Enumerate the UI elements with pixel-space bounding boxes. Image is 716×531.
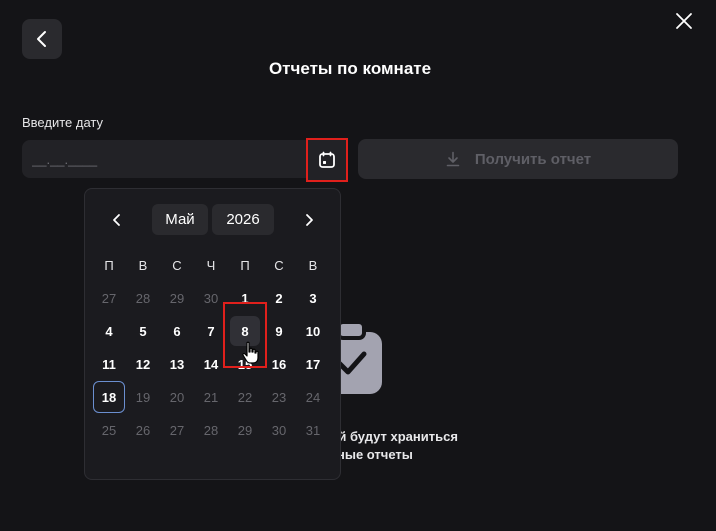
calendar-day[interactable]: 11 <box>94 349 124 379</box>
calendar-day[interactable]: 30 <box>196 283 226 313</box>
calendar-day[interactable]: 12 <box>128 349 158 379</box>
date-input[interactable] <box>32 140 302 178</box>
calendar-day[interactable]: 24 <box>298 382 328 412</box>
calendar-day[interactable]: 17 <box>298 349 328 379</box>
calendar-icon <box>319 151 335 168</box>
calendar-day[interactable]: 31 <box>298 415 328 445</box>
chevron-left-icon <box>113 214 120 226</box>
calendar-day[interactable]: 15 <box>230 349 260 379</box>
back-button[interactable] <box>22 19 62 59</box>
calendar-day[interactable]: 28 <box>196 415 226 445</box>
year-select[interactable]: 2026 <box>212 204 274 235</box>
calendar-day[interactable]: 7 <box>196 316 226 346</box>
weekday-label: П <box>104 257 114 273</box>
calendar-button[interactable] <box>306 138 348 182</box>
calendar-day[interactable]: 6 <box>162 316 192 346</box>
get-report-button[interactable]: Получить отчет <box>358 139 678 179</box>
weekday-label: В <box>138 257 148 273</box>
close-button[interactable] <box>672 9 696 33</box>
download-icon <box>446 151 460 167</box>
chevron-right-icon <box>306 214 313 226</box>
calendar-day[interactable]: 27 <box>94 283 124 313</box>
calendar-day[interactable]: 27 <box>162 415 192 445</box>
calendar-day[interactable]: 2 <box>264 283 294 313</box>
calendar-day[interactable]: 4 <box>94 316 124 346</box>
date-label: Введите дату <box>22 115 104 130</box>
calendar-day[interactable]: 5 <box>128 316 158 346</box>
calendar-day[interactable]: 20 <box>162 382 192 412</box>
calendar-day[interactable]: 1 <box>230 283 260 313</box>
calendar-day[interactable]: 3 <box>298 283 328 313</box>
chevron-left-icon <box>37 31 46 47</box>
calendar-day[interactable]: 30 <box>264 415 294 445</box>
page-title: Отчеты по комнате <box>268 59 432 78</box>
get-report-label: Получить отчет <box>474 150 592 168</box>
date-field <box>22 140 346 178</box>
calendar-day[interactable]: 16 <box>264 349 294 379</box>
calendar-day[interactable]: 19 <box>128 382 158 412</box>
calendar-day[interactable]: 22 <box>230 382 260 412</box>
weekday-label: В <box>308 257 318 273</box>
calendar-day[interactable]: 13 <box>162 349 192 379</box>
calendar-day[interactable]: 29 <box>230 415 260 445</box>
weekday-label: П <box>240 257 250 273</box>
next-month-button[interactable] <box>294 205 324 235</box>
calendar-day[interactable]: 23 <box>264 382 294 412</box>
calendar-day[interactable]: 9 <box>264 316 294 346</box>
calendar-day[interactable]: 8 <box>230 316 260 346</box>
calendar-day[interactable]: 26 <box>128 415 158 445</box>
close-icon <box>676 13 692 29</box>
calendar-day[interactable]: 28 <box>128 283 158 313</box>
calendar-day[interactable]: 14 <box>196 349 226 379</box>
calendar-day[interactable]: 18 <box>93 381 125 413</box>
calendar-day[interactable]: 21 <box>196 382 226 412</box>
calendar-day[interactable]: 10 <box>298 316 328 346</box>
month-select[interactable]: Май <box>152 204 208 235</box>
calendar-day[interactable]: 25 <box>94 415 124 445</box>
weekday-label: С <box>274 257 284 273</box>
weekday-label: Ч <box>206 257 216 273</box>
prev-month-button[interactable] <box>102 205 132 235</box>
calendar-day[interactable]: 29 <box>162 283 192 313</box>
weekday-label: С <box>172 257 182 273</box>
date-picker-popup: Май 2026 ПВСЧПСВ 27 28 29 30 1 2 3 4 5 6 7 8 9 10 11 12… <box>84 188 341 480</box>
